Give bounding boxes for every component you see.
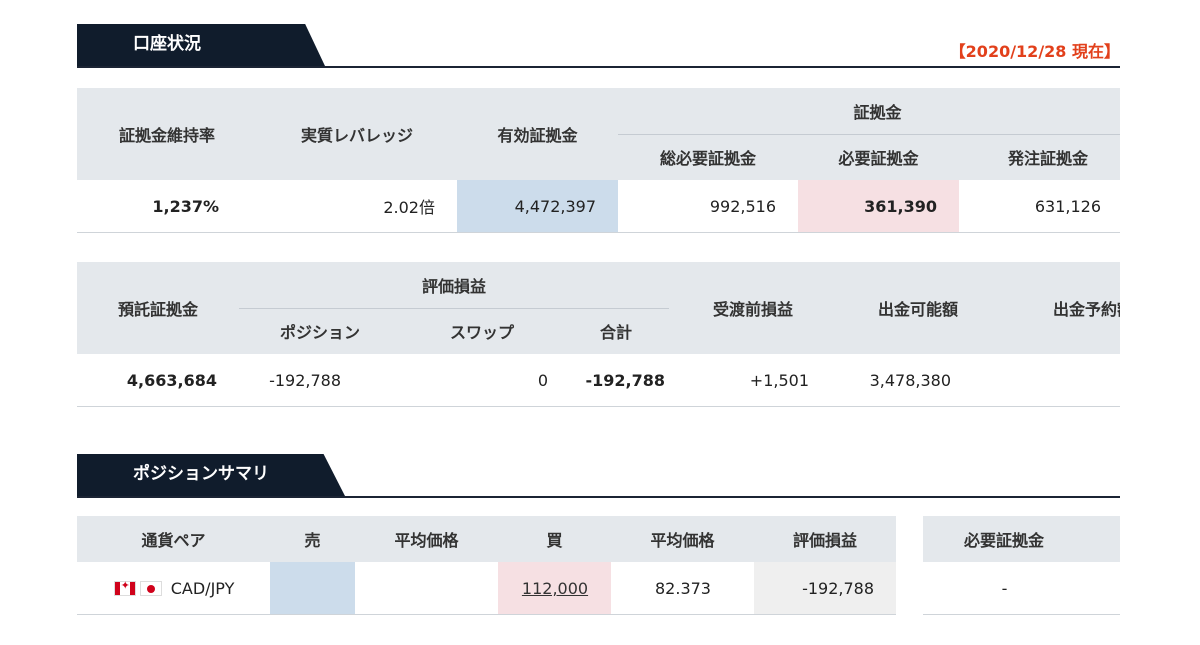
position-pl-value: -192,788 <box>239 354 401 407</box>
positions-table: 通貨ペア 売 平均価格 買 平均価格 評価損益 必要証拠金 CAD/JPY 11… <box>77 516 1120 615</box>
th-total: 合計 <box>563 307 670 354</box>
unsettled-value: +1,501 <box>669 354 838 407</box>
th-order-margin: 発注証拠金 <box>959 133 1120 180</box>
withdraw-reserved-value <box>999 354 1120 407</box>
margin-table: 証拠金維持率 実質レバレッジ 有効証拠金 証拠金 総必要証拠金 必要証拠金 発注… <box>77 88 1120 233</box>
th-total-required: 総必要証拠金 <box>618 133 798 180</box>
th-position: ポジション <box>239 307 401 354</box>
sell-cell[interactable] <box>270 562 355 615</box>
deposit-value: 4,663,684 <box>77 354 239 407</box>
th-pair: 通貨ペア <box>77 516 270 562</box>
deposit-table-wrapper: 預託証拠金 評価損益 受渡前損益 出金可能額 出金予約額 ポジション スワップ … <box>77 262 1120 407</box>
swap-value: 0 <box>401 354 563 407</box>
deposit-table: 預託証拠金 評価損益 受渡前損益 出金可能額 出金予約額 ポジション スワップ … <box>77 262 1120 407</box>
th-sell-avg: 平均価格 <box>355 516 498 562</box>
th-required: 必要証拠金 <box>798 133 959 180</box>
maintenance-rate-value: 1,237% <box>77 180 257 233</box>
position-summary-header: ポジションサマリ <box>77 454 1120 498</box>
th-unsettled: 受渡前損益 <box>669 262 838 354</box>
th-maintenance-rate: 証拠金維持率 <box>77 88 257 180</box>
th-margin-group: 証拠金 <box>618 88 1120 134</box>
account-status-title: 口座状況 <box>77 24 325 66</box>
th-sell: 売 <box>270 516 355 562</box>
order-margin-value: 631,126 <box>959 180 1120 233</box>
withdrawable-value: 3,478,380 <box>837 354 1000 407</box>
th-overflow <box>1085 516 1120 562</box>
table-row[interactable]: CAD/JPY 112,000 82.373 -192,788 - <box>77 562 1120 615</box>
pl-cell: -192,788 <box>754 562 896 615</box>
th-pl: 評価損益 <box>754 516 896 562</box>
canada-flag-icon <box>113 579 136 596</box>
column-gap <box>896 516 923 562</box>
overflow-cell <box>1085 562 1120 615</box>
margin-table-wrapper: 証拠金維持率 実質レバレッジ 有効証拠金 証拠金 総必要証拠金 必要証拠金 発注… <box>77 88 1120 233</box>
pair-cell[interactable]: CAD/JPY <box>77 562 270 615</box>
effective-margin-value: 4,472,397 <box>457 180 618 233</box>
th-buy-avg: 平均価格 <box>611 516 754 562</box>
th-withdrawable: 出金可能額 <box>837 262 1000 354</box>
buy-cell[interactable]: 112,000 <box>498 562 611 615</box>
positions-table-wrapper: 通貨ペア 売 平均価格 買 平均価格 評価損益 必要証拠金 CAD/JPY 11… <box>77 516 1120 615</box>
th-leverage: 実質レバレッジ <box>257 88 457 180</box>
position-summary-title: ポジションサマリ <box>77 454 345 496</box>
required-margin-value: 361,390 <box>798 180 959 233</box>
buy-quantity-link[interactable]: 112,000 <box>522 579 588 598</box>
required-margin-cell: - <box>923 562 1085 615</box>
sell-avg-cell <box>355 562 498 615</box>
th-effective-margin: 有効証拠金 <box>457 88 618 180</box>
as-of-date: 【2020/12/28 現在】 <box>949 42 1120 61</box>
th-swap: スワップ <box>401 307 563 354</box>
th-deposit: 預託証拠金 <box>77 262 239 354</box>
total-pl-value: -192,788 <box>563 354 670 407</box>
column-gap-cell <box>896 562 923 615</box>
th-pl-group: 評価損益 <box>239 262 670 308</box>
th-required-margin: 必要証拠金 <box>923 516 1085 562</box>
buy-avg-cell: 82.373 <box>611 562 754 615</box>
total-required-value: 992,516 <box>618 180 798 233</box>
account-status-header: 口座状況 【2020/12/28 現在】 <box>77 24 1120 68</box>
pair-label: CAD/JPY <box>170 578 235 598</box>
japan-flag-icon <box>139 580 162 596</box>
th-withdraw-reserved: 出金予約額 <box>999 262 1120 354</box>
th-buy: 買 <box>498 516 611 562</box>
leverage-value: 2.02倍 <box>257 180 457 233</box>
